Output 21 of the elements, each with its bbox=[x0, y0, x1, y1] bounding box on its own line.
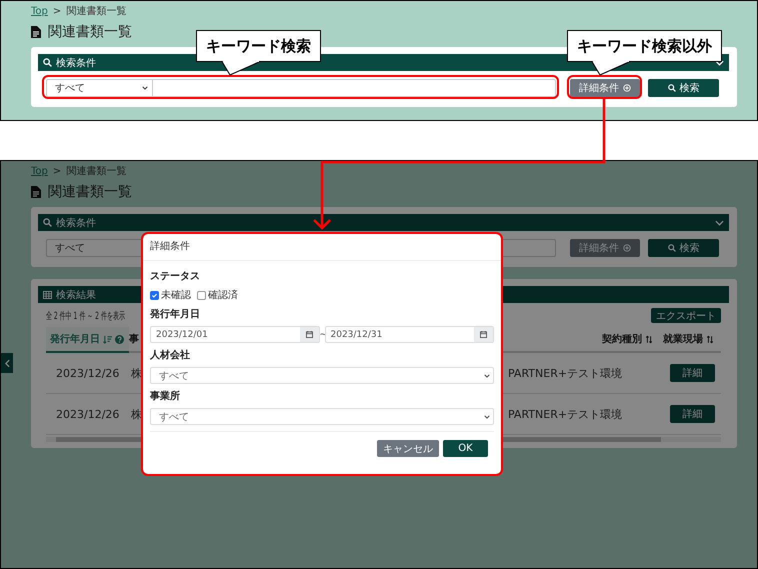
dialog-title: 詳細条件 bbox=[143, 234, 501, 261]
table-cell-text: 2023/12/26 bbox=[55, 408, 120, 420]
breadcrumb-current: 関連書類一覧 bbox=[66, 5, 126, 18]
table-cell-text: 2023/12/26 bbox=[55, 366, 120, 380]
field-label: 発行年月日 bbox=[150, 308, 201, 321]
panel-title: 検索条件 bbox=[56, 216, 96, 230]
field-label: 人材会社 bbox=[150, 349, 191, 362]
breadcrumb-separator: > bbox=[52, 165, 62, 178]
breadcrumb-separator: > bbox=[52, 5, 62, 18]
breadcrumb-current: 関連書類一覧 bbox=[66, 165, 126, 178]
field-label: ステータス bbox=[150, 270, 201, 283]
table-cell: PARTNER+テスト環境 bbox=[508, 366, 622, 380]
page-title: 関連書類一覧 bbox=[48, 23, 132, 41]
result-count: 全 2 件中 1 件 ～ 2 件を表示 bbox=[46, 310, 125, 322]
table-cell: 株 bbox=[131, 366, 142, 380]
table-cell: PARTNER+テスト環境 bbox=[508, 406, 622, 422]
table-cell: 株 bbox=[131, 406, 142, 422]
field-label: 事業所 bbox=[150, 390, 181, 403]
page-title: 関連書類一覧 bbox=[48, 183, 132, 201]
panel-title: 検索条件 bbox=[56, 56, 96, 70]
panel-title: 検索結果 bbox=[56, 288, 96, 302]
